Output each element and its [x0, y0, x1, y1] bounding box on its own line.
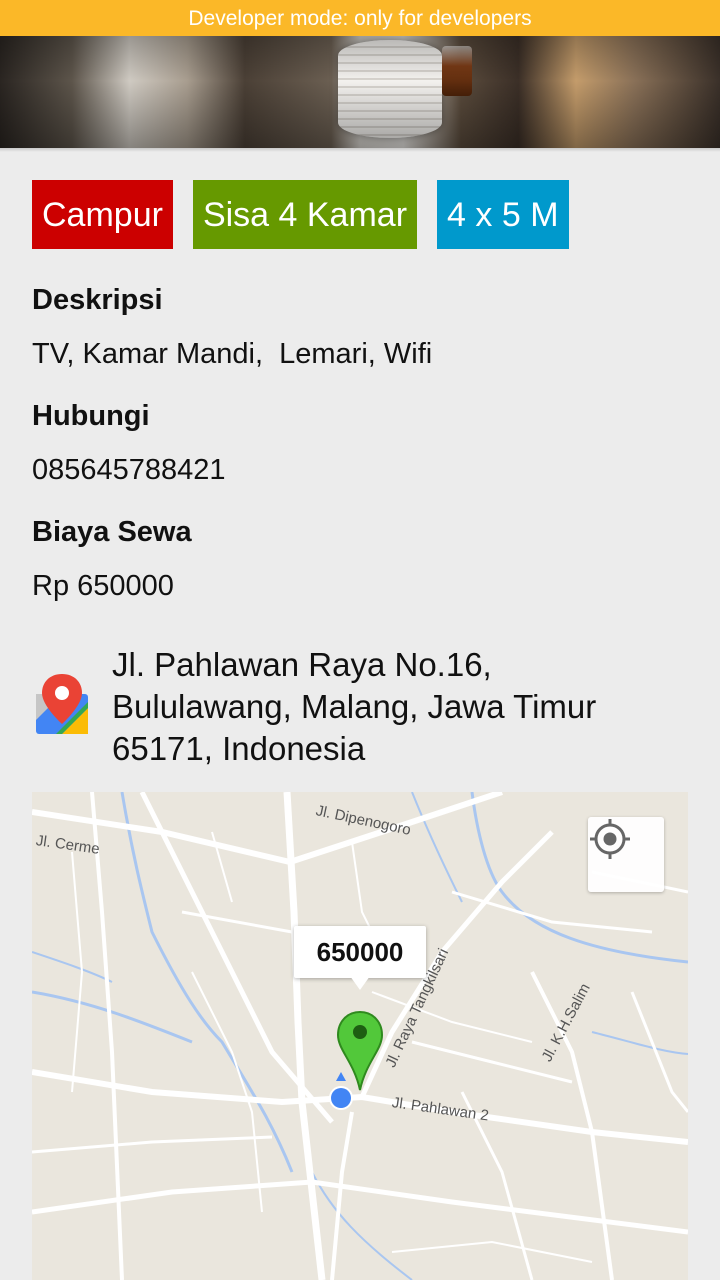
price-label: Biaya Sewa — [32, 516, 192, 548]
address-line-3: 65171, Indonesia — [112, 730, 366, 767]
tag-room-size: 4 x 5 M — [437, 180, 569, 249]
price-value: Rp 650000 — [32, 570, 174, 602]
map-pin-icon — [36, 674, 88, 734]
contact-phone[interactable]: 085645788421 — [32, 454, 226, 487]
kost-photo — [0, 36, 720, 148]
my-location-dot-icon — [329, 1072, 353, 1110]
location-map[interactable]: Jl. Dipenogoro Jl. Cerme Jl. Raya Tangki… — [32, 792, 688, 1280]
address-line-1: Jl. Pahlawan Raya No.16, — [112, 646, 492, 683]
address-row[interactable]: Jl. Pahlawan Raya No.16, Bululawang, Mal… — [32, 644, 692, 774]
my-location-button[interactable] — [588, 817, 664, 892]
tag-gender: Campur — [32, 180, 173, 249]
developer-mode-banner: Developer mode: only for developers — [0, 0, 720, 36]
tag-row: Campur Sisa 4 Kamar 4 x 5 M — [32, 180, 569, 249]
tag-rooms-left: Sisa 4 Kamar — [192, 180, 418, 249]
marker-info-window[interactable]: 650000 — [294, 926, 426, 990]
contact-label: Hubungi — [32, 400, 150, 432]
address-text: Jl. Pahlawan Raya No.16, Bululawang, Mal… — [112, 644, 692, 770]
description-label: Deskripsi — [32, 284, 163, 316]
address-line-2: Bululawang, Malang, Jawa Timur — [112, 688, 597, 725]
crosshair-icon — [590, 819, 630, 859]
description-value: TV, Kamar Mandi, Lemari, Wifi — [32, 338, 433, 370]
